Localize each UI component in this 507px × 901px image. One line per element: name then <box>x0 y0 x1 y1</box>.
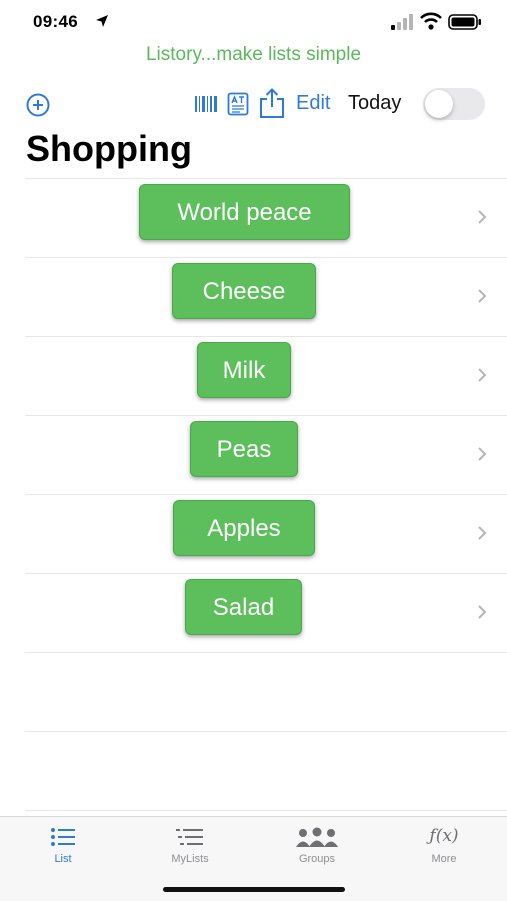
app-tagline: Listory...make lists simple <box>145 44 362 65</box>
toggle-knob <box>425 90 453 118</box>
tab-groups[interactable]: Groups <box>254 817 380 877</box>
item-button-cheese[interactable]: Cheese <box>172 263 316 319</box>
chevron-right-icon <box>478 447 487 461</box>
edit-button[interactable]: Edit <box>296 92 330 115</box>
list-item[interactable]: Cheese <box>25 257 507 336</box>
today-toggle[interactable] <box>423 88 485 120</box>
tab-label: List <box>54 853 72 865</box>
tab-label: Groups <box>298 853 336 865</box>
list-item[interactable]: Peas <box>25 415 507 494</box>
chevron-right-icon <box>478 289 487 303</box>
barcode-icon[interactable] <box>194 94 218 114</box>
groups-icon <box>296 827 338 847</box>
battery-icon <box>448 14 481 30</box>
item-button-milk[interactable]: Milk <box>197 342 291 398</box>
tab-mylists[interactable]: MyLists <box>127 817 253 877</box>
chevron-right-icon <box>478 605 487 619</box>
share-icon[interactable] <box>257 87 287 119</box>
list-icon <box>51 828 75 846</box>
item-button-salad[interactable]: Salad <box>185 579 302 635</box>
empty-row <box>25 652 507 731</box>
item-button-world-peace[interactable]: World peace <box>139 184 350 240</box>
status-time: 09:46 <box>33 12 78 31</box>
empty-row <box>25 731 507 810</box>
text-scan-icon[interactable] <box>227 92 249 116</box>
list-item[interactable]: Milk <box>25 336 507 415</box>
mylists-icon <box>176 829 203 845</box>
location-arrow-icon <box>96 15 108 27</box>
wifi-icon <box>420 12 442 30</box>
cellular-signal-icon <box>391 14 413 30</box>
add-circle-icon[interactable] <box>25 92 51 118</box>
list-item[interactable]: World peace <box>25 178 507 257</box>
tab-label: MyLists <box>171 853 209 865</box>
chevron-right-icon <box>478 210 487 224</box>
chevron-right-icon <box>478 526 487 540</box>
function-icon: ƒ(x) <box>429 826 459 846</box>
list-item[interactable]: Apples <box>25 494 507 573</box>
tab-more[interactable]: ƒ(x) More <box>381 817 507 877</box>
list-title: Shopping <box>26 128 192 169</box>
item-button-apples[interactable]: Apples <box>173 500 315 556</box>
shopping-list: World peace Cheese Milk Peas Apples Sala… <box>25 178 507 811</box>
chevron-right-icon <box>478 368 487 382</box>
today-label: Today <box>348 92 402 114</box>
toolbar: Edit Today <box>0 84 507 124</box>
list-item[interactable]: Salad <box>25 573 507 652</box>
list-divider <box>25 810 507 811</box>
tab-list[interactable]: List <box>0 817 126 877</box>
home-indicator <box>163 887 345 892</box>
status-bar: 09:46 <box>0 0 507 44</box>
item-button-peas[interactable]: Peas <box>190 421 298 477</box>
tab-label: More <box>431 853 457 865</box>
